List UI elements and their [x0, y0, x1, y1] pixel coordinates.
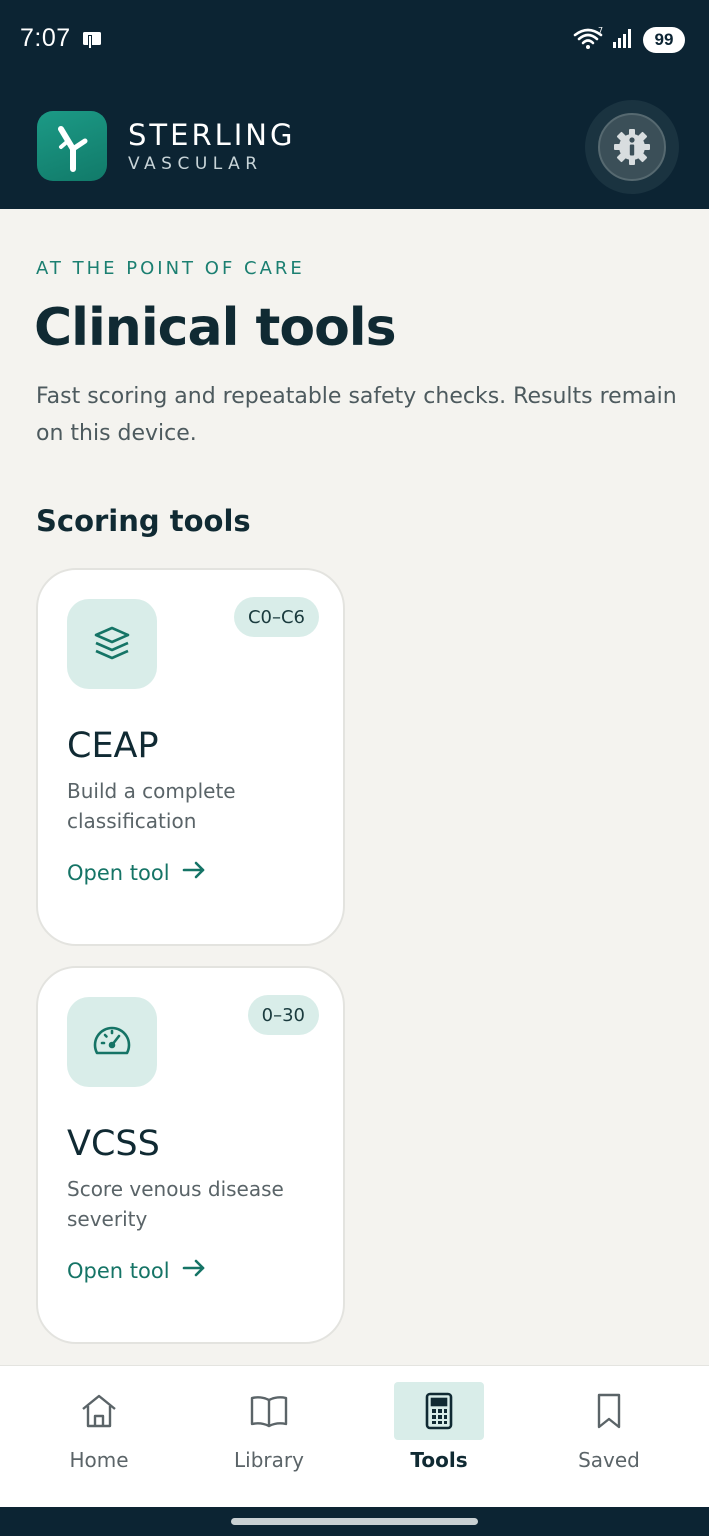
brand-subtitle: VASCULAR — [128, 154, 263, 174]
tool-card-vcss[interactable]: 0–30 VCSS Score venous disease severity … — [36, 966, 345, 1344]
tool-title: VCSS — [67, 1124, 160, 1164]
settings-button[interactable] — [585, 100, 679, 194]
tool-description: Build a complete classification — [67, 779, 236, 833]
layers-icon — [67, 599, 157, 689]
brand-name: STERLING — [128, 118, 296, 152]
section-title: Scoring tools — [36, 504, 251, 538]
bookmark-icon — [564, 1382, 654, 1440]
open-tool-link[interactable]: Open tool — [67, 860, 206, 885]
tool-description: Score venous disease severity — [67, 1177, 284, 1231]
status-time: 7:07 — [20, 24, 71, 52]
tool-card-ceap[interactable]: C0–C6 CEAP Build a complete classificati… — [36, 568, 345, 946]
tool-title: CEAP — [67, 726, 159, 766]
home-gesture-handle[interactable] — [231, 1518, 478, 1525]
gauge-icon — [67, 997, 157, 1087]
vessel-branch-icon — [37, 111, 107, 181]
bottom-navigation: Home Library Tools Saved — [0, 1365, 709, 1507]
open-tool-label: Open tool — [67, 1258, 170, 1283]
calculator-icon — [394, 1382, 484, 1440]
gesture-bar — [0, 1507, 709, 1536]
status-bar: 7:07 7 99 — [0, 0, 709, 82]
home-icon — [54, 1382, 144, 1440]
nav-item-saved[interactable]: Saved — [549, 1382, 669, 1492]
range-badge: C0–C6 — [233, 597, 319, 637]
gear-info-icon — [598, 113, 666, 181]
wifi-icon: 7 — [573, 26, 603, 54]
svg-text:7: 7 — [598, 26, 603, 35]
open-tool-label: Open tool — [67, 860, 170, 885]
signal-icon — [611, 26, 635, 54]
arrow-right-icon — [182, 1258, 206, 1283]
eyebrow-label: AT THE POINT OF CARE — [36, 258, 305, 279]
notification-icon — [80, 28, 104, 52]
book-icon — [224, 1382, 314, 1440]
nav-label: Home — [69, 1448, 129, 1472]
nav-item-library[interactable]: Library — [209, 1382, 329, 1492]
arrow-right-icon — [182, 860, 206, 885]
nav-label: Library — [234, 1448, 304, 1472]
nav-label: Tools — [410, 1448, 468, 1472]
battery-icon: 99 — [643, 27, 685, 53]
page-title: Clinical tools — [34, 298, 397, 358]
nav-item-home[interactable]: Home — [39, 1382, 159, 1492]
nav-item-tools[interactable]: Tools — [379, 1382, 499, 1492]
page-description: Fast scoring and repeatable safety check… — [36, 384, 677, 446]
open-tool-link[interactable]: Open tool — [67, 1258, 206, 1283]
app-header: STERLING VASCULAR — [0, 82, 709, 209]
nav-label: Saved — [578, 1448, 640, 1472]
range-badge: 0–30 — [247, 995, 319, 1035]
